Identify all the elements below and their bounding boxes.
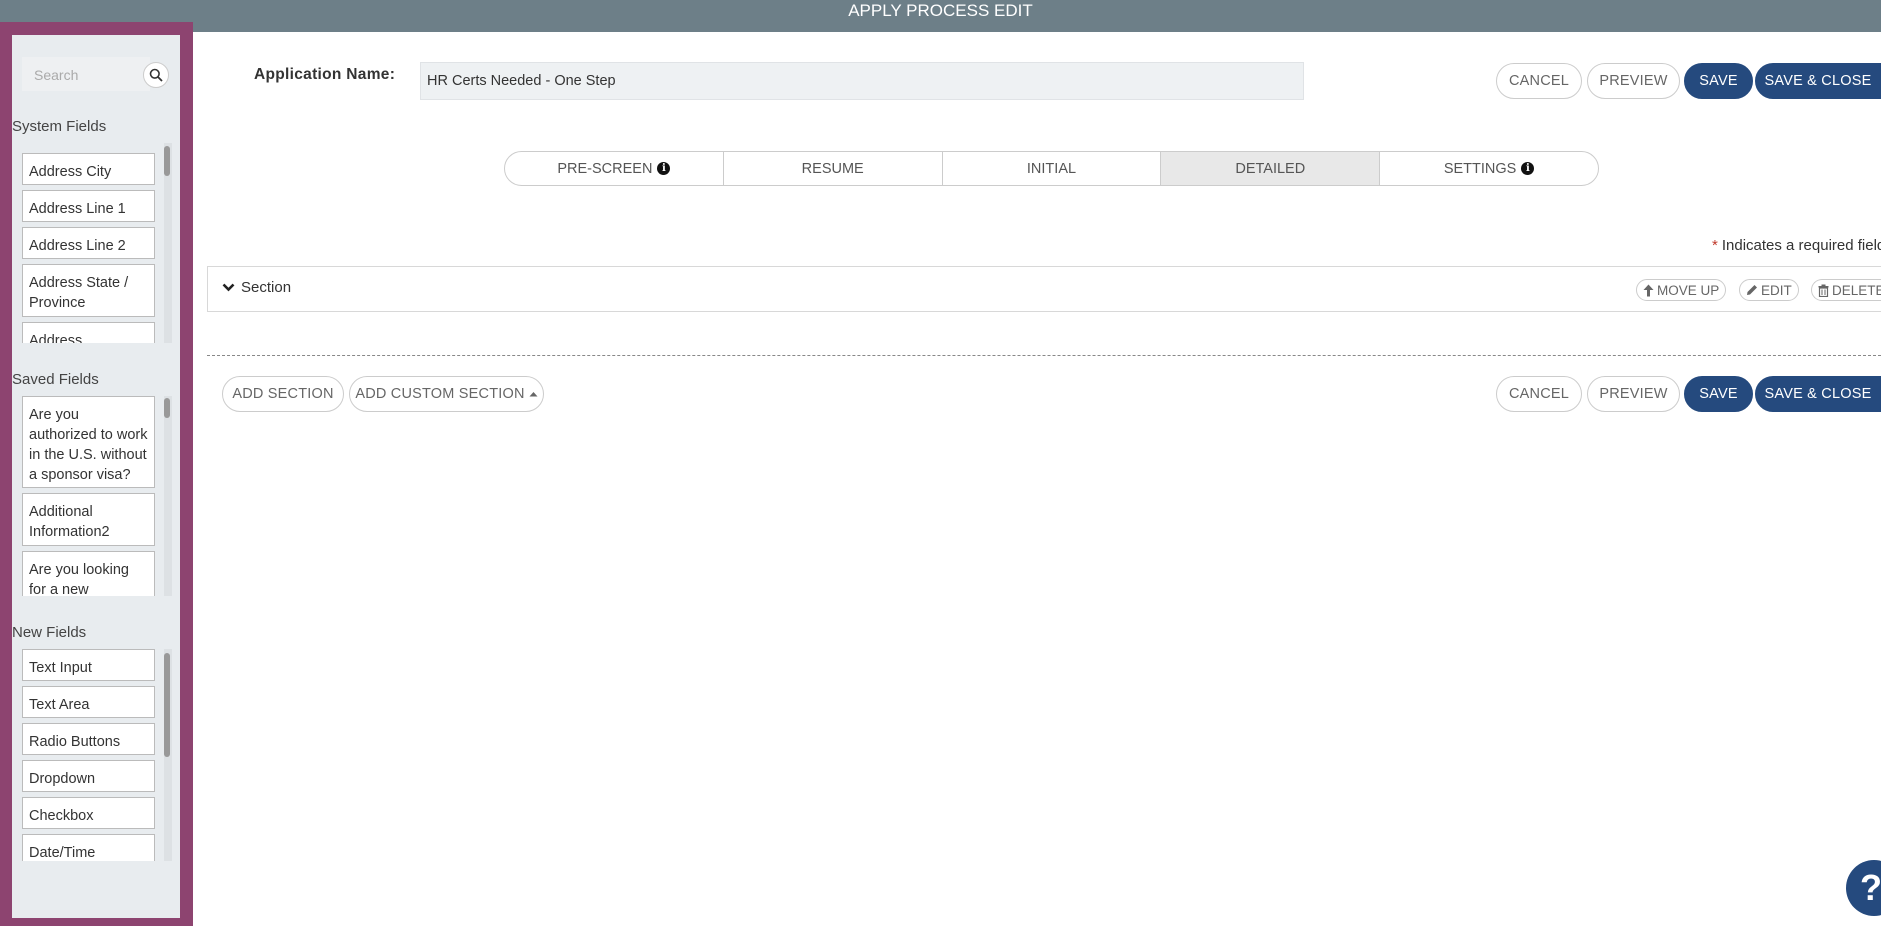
scrollbar-thumb[interactable] (164, 653, 170, 757)
arrow-up-icon (1643, 284, 1654, 296)
tab-label: DETAILED (1235, 160, 1306, 177)
tab-settings[interactable]: SETTINGS i (1380, 152, 1598, 185)
new-field-item[interactable]: Text Area (22, 686, 155, 718)
help-button[interactable]: ? (1846, 860, 1881, 916)
scrollbar-thumb[interactable] (164, 398, 170, 418)
add-custom-section-label: ADD CUSTOM SECTION (355, 386, 525, 402)
sidebar-frame: System Fields Address City Address Line … (0, 22, 193, 926)
page-title: APPLY PROCESS EDIT (848, 1, 1033, 20)
tab-initial[interactable]: INITIAL (943, 152, 1162, 185)
edit-label: EDIT (1761, 282, 1792, 298)
tab-resume[interactable]: RESUME (724, 152, 943, 185)
step-tabs: PRE-SCREEN i RESUME INITIAL DETAILED SET… (504, 151, 1599, 186)
new-fields-scrollbar[interactable] (164, 649, 172, 861)
system-field-item[interactable]: Address Line 1 (22, 190, 155, 222)
section-panel: Section MOVE UP EDIT DELETE (207, 266, 1881, 312)
save-button[interactable]: SAVE (1684, 63, 1753, 99)
edit-section-button[interactable]: EDIT (1739, 279, 1799, 301)
system-field-item[interactable]: Address City (22, 153, 155, 185)
tab-label: SETTINGS (1443, 160, 1517, 177)
field-palette-sidebar: System Fields Address City Address Line … (12, 35, 180, 918)
search-icon (149, 68, 163, 82)
section-title[interactable]: Section (241, 279, 291, 296)
search-box (22, 57, 150, 91)
tab-detailed[interactable]: DETAILED (1161, 152, 1381, 185)
new-fields-title: New Fields (12, 624, 87, 641)
tab-label: INITIAL (1026, 160, 1077, 177)
help-icon: ? (1860, 867, 1881, 908)
new-field-item[interactable]: Checkbox (22, 797, 155, 829)
required-field-note: * Indicates a required field (1712, 237, 1881, 254)
save-button-bottom[interactable]: SAVE (1684, 376, 1753, 412)
section-divider (207, 355, 1881, 356)
new-field-item[interactable]: Date/Time (22, 834, 155, 861)
required-star: * (1712, 237, 1718, 254)
saved-field-item[interactable]: Are you authorized to work in the U.S. w… (22, 396, 155, 488)
tab-label: PRE-SCREEN (557, 160, 653, 177)
system-fields-title: System Fields (12, 118, 107, 135)
required-note-text: Indicates a required field (1721, 237, 1881, 254)
info-icon: i (1521, 162, 1535, 175)
saved-field-item[interactable]: Are you looking for a new opportunity? (22, 551, 155, 596)
scrollbar-thumb[interactable] (164, 146, 170, 176)
system-field-item[interactable]: Address State / Province (22, 264, 155, 317)
new-fields-list: Text Input Text Area Radio Buttons Dropd… (12, 649, 172, 861)
search-button[interactable] (143, 62, 169, 88)
saved-fields-title: Saved Fields (12, 371, 99, 388)
preview-button-bottom[interactable]: PREVIEW (1587, 376, 1680, 412)
info-icon: i (657, 162, 671, 175)
delete-section-button[interactable]: DELETE (1811, 279, 1881, 301)
application-name-input[interactable] (420, 62, 1304, 100)
add-custom-section-button[interactable]: ADD CUSTOM SECTION (349, 376, 544, 412)
move-up-button[interactable]: MOVE UP (1636, 279, 1727, 301)
trash-icon (1818, 284, 1829, 297)
new-field-item[interactable]: Dropdown (22, 760, 155, 792)
saved-field-item[interactable]: Additional Information2 (22, 493, 155, 546)
tab-pre-screen[interactable]: PRE-SCREEN i (505, 152, 724, 185)
system-fields-list: Address City Address Line 1 Address Line… (12, 143, 172, 343)
save-close-button[interactable]: SAVE & CLOSE (1755, 63, 1881, 99)
search-input[interactable] (32, 63, 136, 87)
cancel-button-bottom[interactable]: CANCEL (1496, 376, 1582, 412)
new-field-item[interactable]: Radio Buttons (22, 723, 155, 755)
delete-label: DELETE (1832, 282, 1881, 298)
top-bar: APPLY PROCESS EDIT (0, 0, 1881, 32)
system-field-item[interactable]: Address Line 2 (22, 227, 155, 259)
system-fields-scrollbar[interactable] (164, 143, 172, 343)
new-field-item[interactable]: Text Input (22, 649, 155, 681)
preview-button[interactable]: PREVIEW (1587, 63, 1680, 99)
move-up-label: MOVE UP (1657, 282, 1720, 298)
cancel-button[interactable]: CANCEL (1496, 63, 1582, 99)
saved-fields-list: Are you authorized to work in the U.S. w… (12, 396, 172, 596)
application-name-label: Application Name: (254, 66, 396, 83)
add-section-button[interactable]: ADD SECTION (222, 376, 344, 412)
caret-up-icon (529, 392, 538, 397)
tab-label: RESUME (801, 160, 864, 177)
pencil-icon (1747, 285, 1757, 295)
chevron-down-icon[interactable] (222, 281, 235, 294)
system-field-item[interactable]: Address ZIP/Postal Code (22, 322, 155, 343)
saved-fields-scrollbar[interactable] (164, 396, 172, 596)
save-close-button-bottom[interactable]: SAVE & CLOSE (1755, 376, 1881, 412)
